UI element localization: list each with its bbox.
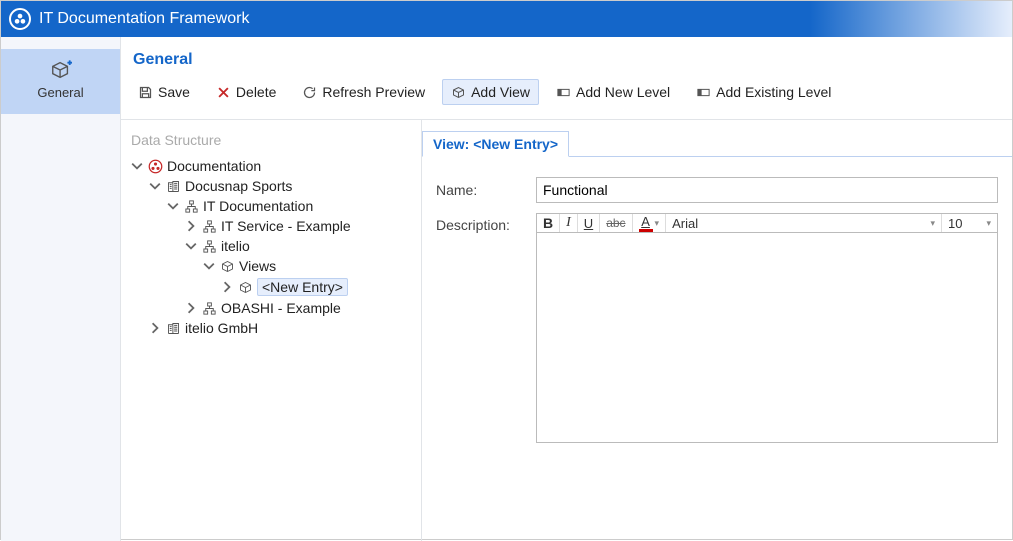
rte-toolbar: B I U abc A ▾	[536, 213, 998, 233]
refresh-icon	[302, 85, 317, 100]
sidebar-item-label: General	[37, 85, 83, 100]
cube-plus-icon	[50, 59, 72, 81]
tree-item-documentation[interactable]: Documentation	[129, 156, 415, 176]
toolbar: Save Delete Refresh Preview Add View Add…	[121, 79, 1012, 120]
chevron-right-icon[interactable]	[149, 322, 161, 334]
hierarchy-icon	[201, 238, 217, 254]
x-icon	[216, 85, 231, 100]
chevron-down-icon[interactable]	[185, 240, 197, 252]
tree: Documentation Docusnap Sports	[129, 156, 415, 338]
hierarchy-icon	[201, 218, 217, 234]
font-size-select[interactable]: 10 ▾	[942, 214, 997, 232]
save-button[interactable]: Save	[129, 79, 199, 105]
title-bar: IT Documentation Framework	[1, 1, 1012, 37]
chevron-down-icon: ▾	[930, 218, 935, 229]
chevron-down-icon[interactable]	[131, 160, 143, 172]
tree-item-it-service-example[interactable]: IT Service - Example	[183, 216, 415, 236]
font-family-select[interactable]: Arial ▾	[666, 214, 942, 232]
italic-button[interactable]: I	[560, 214, 578, 232]
level-existing-icon	[696, 85, 711, 100]
tree-item-docusnap-sports[interactable]: Docusnap Sports	[147, 176, 415, 196]
chevron-right-icon[interactable]	[185, 302, 197, 314]
add-existing-level-button[interactable]: Add Existing Level	[687, 79, 840, 105]
level-new-icon	[556, 85, 571, 100]
app-logo-icon	[9, 8, 31, 30]
building-icon	[165, 178, 181, 194]
chevron-down-icon[interactable]	[167, 200, 179, 212]
font-color-button[interactable]: A ▾	[633, 214, 667, 232]
description-editor[interactable]	[536, 233, 998, 443]
delete-button[interactable]: Delete	[207, 79, 285, 105]
name-input[interactable]	[536, 177, 998, 203]
hierarchy-icon	[183, 198, 199, 214]
window-title: IT Documentation Framework	[39, 10, 249, 28]
color-swatch	[639, 229, 653, 232]
documentation-icon	[147, 158, 163, 174]
tree-item-it-documentation[interactable]: IT Documentation	[165, 196, 415, 216]
underline-button[interactable]: U	[578, 214, 600, 232]
tree-item-views[interactable]: Views	[201, 256, 415, 276]
cube-icon	[451, 85, 466, 100]
chevron-down-icon: ▾	[655, 218, 660, 229]
sidebar-item-general[interactable]: General	[1, 49, 120, 114]
hierarchy-icon	[201, 300, 217, 316]
section-header: General	[121, 37, 1012, 79]
chevron-down-icon[interactable]	[149, 180, 161, 192]
add-view-button[interactable]: Add View	[442, 79, 539, 105]
bold-button[interactable]: B	[537, 214, 560, 232]
tree-title: Data Structure	[129, 132, 415, 148]
chevron-right-icon[interactable]	[185, 220, 197, 232]
cube-icon	[237, 279, 253, 295]
tree-pane: Data Structure Documentation	[121, 120, 421, 541]
sidebar: General	[1, 37, 121, 541]
building-icon	[165, 320, 181, 336]
tree-item-new-entry[interactable]: <New Entry>	[219, 276, 415, 298]
tab-view[interactable]: View: <New Entry>	[422, 131, 569, 157]
tree-item-obashi-example[interactable]: OBASHI - Example	[183, 298, 415, 318]
chevron-right-icon[interactable]	[221, 281, 233, 293]
chevron-down-icon: ▾	[986, 218, 991, 229]
cube-icon	[219, 258, 235, 274]
floppy-icon	[138, 85, 153, 100]
tree-item-itelio-gmbh[interactable]: itelio GmbH	[147, 318, 415, 338]
tree-item-itelio[interactable]: itelio	[183, 236, 415, 256]
strikethrough-button[interactable]: abc	[600, 214, 632, 232]
add-new-level-button[interactable]: Add New Level	[547, 79, 679, 105]
name-label: Name:	[436, 182, 536, 198]
description-label: Description:	[436, 213, 536, 233]
refresh-preview-button[interactable]: Refresh Preview	[293, 79, 434, 105]
detail-pane: View: <New Entry> Name: Description: B I…	[421, 120, 1012, 541]
chevron-down-icon[interactable]	[203, 260, 215, 272]
